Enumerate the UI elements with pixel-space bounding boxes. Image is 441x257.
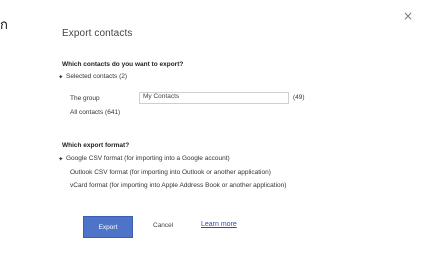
radio-google-csv[interactable]: ✦ xyxy=(58,155,63,163)
option-google-csv[interactable]: Google CSV format (for importing into a … xyxy=(66,155,230,162)
cancel-button[interactable]: Cancel xyxy=(153,222,173,229)
option-selected-contacts[interactable]: Selected contacts (2) xyxy=(66,73,127,80)
group-select-value: My Contacts xyxy=(143,93,180,100)
dialog-title: Export contacts xyxy=(62,28,133,39)
format-question: Which export format? xyxy=(62,142,130,149)
background-edge: ก xyxy=(0,0,20,257)
contacts-question: Which contacts do you want to export? xyxy=(62,61,184,68)
export-button[interactable]: Export xyxy=(83,216,133,238)
learn-more-link[interactable]: Learn more xyxy=(201,221,237,228)
group-select[interactable]: My Contacts xyxy=(139,92,289,104)
group-count: (49) xyxy=(293,94,305,101)
radio-selected-contacts[interactable]: ✦ xyxy=(58,73,63,81)
close-icon[interactable]: × xyxy=(403,9,413,23)
option-all-contacts[interactable]: All contacts (641) xyxy=(70,109,120,116)
option-outlook-csv[interactable]: Outlook CSV format (for importing into O… xyxy=(70,169,271,176)
option-the-group[interactable]: The group xyxy=(70,95,100,102)
edge-glyph: ก xyxy=(0,18,8,33)
option-vcard[interactable]: vCard format (for importing into Apple A… xyxy=(70,182,286,189)
export-contacts-dialog: × Export contacts Which contacts do you … xyxy=(20,0,441,257)
